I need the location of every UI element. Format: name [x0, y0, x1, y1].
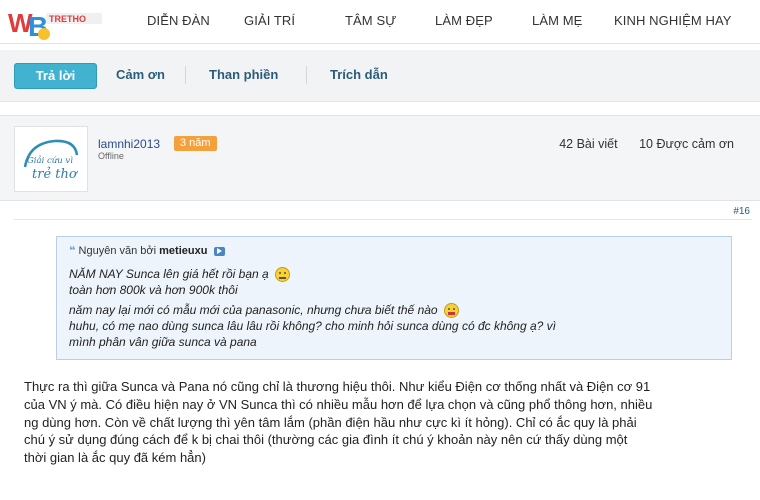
nav-kinh-nghiem-hay[interactable]: KINH NGHIỆM HAY: [614, 13, 732, 28]
post-body-line: thời gian là ắc quy đã kém hẳn): [24, 450, 206, 466]
post-number-link[interactable]: #16: [733, 206, 750, 217]
post-body-line: của VN ý mà. Có điều hiện nay ở VN Sunca…: [24, 396, 653, 412]
thanks-count: 10 Được cảm ơn: [639, 137, 734, 151]
post-body: Thực ra thì giữa Sunca và Pana nó cũng c…: [24, 378, 744, 467]
membership-badge: 3 năm: [174, 136, 217, 151]
divider: [306, 66, 307, 84]
quote-prefix: Nguyên văn bởi: [78, 245, 157, 257]
reply-button[interactable]: Trả lời: [14, 63, 97, 89]
site-logo[interactable]: W B TRETHO: [6, 3, 104, 42]
post-body-line: ng dùng hơn. Còn về chất lượng thì yên t…: [24, 414, 637, 430]
webtretho-logo-icon: W B TRETHO: [8, 8, 102, 42]
post-body-line: Thực ra thì giữa Sunca và Pana nó cũng c…: [24, 379, 651, 394]
post-author-header: Giải cứu vì trẻ thơ lamnhi2013 3 năm Off…: [0, 115, 760, 201]
divider: [14, 219, 752, 220]
divider: [185, 66, 186, 84]
quote-line: toàn hơn 800k và hơn 900k thôi: [69, 283, 238, 297]
quote-line: năm nay lại mới có mẫu mới của panasonic…: [69, 303, 459, 319]
avatar[interactable]: Giải cứu vì trẻ thơ: [14, 126, 88, 192]
quote-mark-icon: ❝: [69, 245, 76, 257]
nav-tam-su[interactable]: TÂM SỰ: [345, 13, 396, 28]
sad-emoticon-icon: [274, 267, 290, 283]
top-navigation: W B TRETHO DIỄN ĐÀN GIẢI TRÍ TÂM SỰ LÀM …: [0, 0, 760, 44]
quote-author: metieuxu: [159, 245, 208, 257]
view-post-arrow-icon[interactable]: [213, 246, 225, 256]
quote-button[interactable]: Trích dẫn: [330, 67, 388, 82]
post-count: 42 Bài viết: [559, 137, 618, 151]
post-body-line: chú ý sử dụng đúng cách để k bị chai thô…: [24, 432, 628, 448]
avatar-text-line1: Giải cứu vì: [27, 155, 73, 166]
quote-line: mình phân vân giữa sunca và pana: [69, 335, 257, 349]
avatar-text-line2: trẻ thơ: [32, 167, 78, 182]
nav-dien-dan[interactable]: DIỄN ĐÀN: [147, 13, 210, 28]
nav-giai-tri[interactable]: GIẢI TRÍ: [244, 13, 295, 28]
online-status: Offline: [98, 151, 124, 161]
quote-line: NĂM NAY Sunca lên giá hết rồi bạn ạ: [69, 267, 290, 283]
nav-lam-dep[interactable]: LÀM ĐẸP: [435, 13, 493, 28]
user-stats: 42 Bài viết 10 Được cảm ơn: [541, 137, 734, 151]
nav-lam-me[interactable]: LÀM MẸ: [532, 13, 582, 28]
username-link[interactable]: lamnhi2013: [98, 137, 160, 151]
post-action-bar: Trả lời Cảm ơn Than phiền Trích dẫn: [0, 50, 760, 102]
avatar-image: Giải cứu vì trẻ thơ: [23, 139, 79, 182]
quote-header: ❝ Nguyên văn bởi metieuxu: [69, 244, 225, 257]
quote-line: huhu, có mẹ nao dùng sunca lâu lâu rồi k…: [69, 319, 557, 333]
complain-button[interactable]: Than phiền: [209, 67, 278, 82]
thanks-button[interactable]: Cảm ơn: [116, 67, 165, 82]
embarrassed-emoticon-icon: [443, 303, 459, 319]
svg-text:TRETHO: TRETHO: [49, 14, 86, 24]
quote-block: ❝ Nguyên văn bởi metieuxu NĂM NAY Sunca …: [56, 236, 732, 360]
